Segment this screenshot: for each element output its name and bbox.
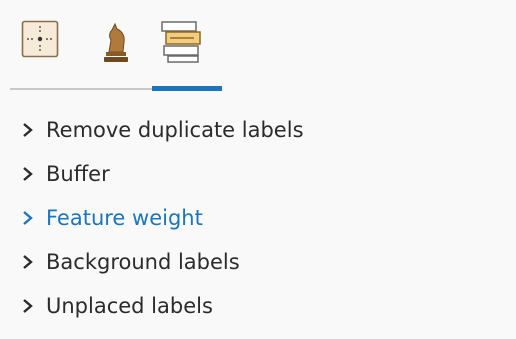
tab-label-rank[interactable]	[86, 20, 146, 82]
chevron-right-icon[interactable]	[21, 209, 35, 227]
section-feature-weight[interactable]: Feature weight	[0, 196, 516, 240]
active-tab-indicator	[152, 86, 222, 91]
tab-label-position[interactable]	[10, 20, 70, 82]
chevron-right-icon[interactable]	[21, 165, 35, 183]
chevron-right-icon[interactable]	[21, 121, 35, 139]
section-label: Background labels	[46, 250, 240, 274]
section-list: Remove duplicate labels Buffer Feature w…	[0, 108, 516, 328]
section-label: Feature weight	[46, 206, 203, 230]
section-label: Unplaced labels	[46, 294, 213, 318]
chevron-right-icon[interactable]	[21, 297, 35, 315]
section-label: Buffer	[46, 162, 110, 186]
section-label: Remove duplicate labels	[46, 118, 304, 142]
tab-conflict-resolution[interactable]	[152, 20, 212, 82]
section-unplaced-labels[interactable]: Unplaced labels	[0, 284, 516, 328]
label-stack-icon	[161, 21, 201, 63]
chevron-right-icon[interactable]	[21, 253, 35, 271]
section-buffer[interactable]: Buffer	[0, 152, 516, 196]
chess-knight-icon	[104, 22, 128, 62]
section-background-labels[interactable]: Background labels	[0, 240, 516, 284]
tab-strip	[10, 12, 510, 92]
label-position-icon	[21, 20, 59, 58]
section-remove-duplicate-labels[interactable]: Remove duplicate labels	[0, 108, 516, 152]
label-placement-panel: Remove duplicate labels Buffer Feature w…	[0, 0, 516, 339]
